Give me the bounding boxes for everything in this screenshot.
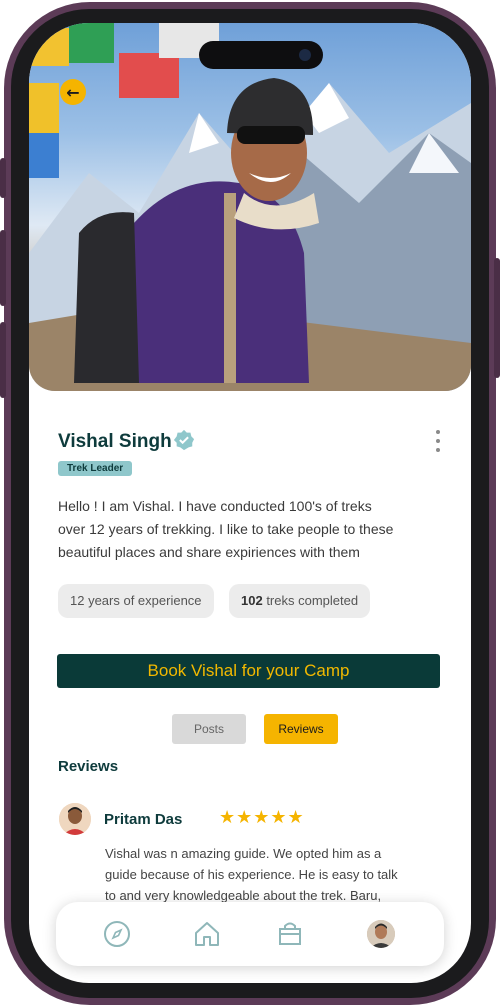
bag-icon: [279, 922, 301, 945]
volume-up-button: [0, 230, 6, 306]
more-options-icon[interactable]: [430, 430, 446, 452]
volume-down-button: [0, 322, 6, 398]
bottom-navigation: [56, 902, 444, 966]
profile-avatar: [367, 920, 395, 948]
arrow-left-icon: ←: [66, 82, 80, 102]
rating-stars: ★★★★★: [219, 807, 305, 828]
verified-badge-icon: [173, 429, 195, 451]
treks-count: 102: [241, 593, 263, 608]
profile-name: Vishal Singh: [58, 431, 172, 452]
hero-photo: ←: [29, 23, 471, 391]
tab-posts[interactable]: Posts: [172, 714, 246, 744]
home-icon: [195, 922, 219, 946]
experience-text: 12 years of experience: [70, 593, 202, 608]
tab-reviews[interactable]: Reviews: [264, 714, 338, 744]
nav-home[interactable]: [192, 919, 222, 949]
experience-chip: 12 years of experience: [58, 584, 214, 618]
camera-notch: [199, 41, 323, 69]
reviews-section-title: Reviews: [58, 758, 119, 775]
side-button: [0, 158, 6, 198]
role-badge: Trek Leader: [58, 461, 133, 476]
nav-explore[interactable]: [102, 919, 132, 949]
nav-bag[interactable]: [275, 919, 305, 949]
treks-label: treks completed: [262, 593, 359, 608]
power-button: [494, 258, 500, 378]
book-guide-button[interactable]: Book Vishal for your Camp: [57, 654, 440, 688]
back-button[interactable]: ←: [60, 79, 86, 105]
reviewer-name: Pritam Das: [104, 811, 183, 828]
reviewer-avatar: [59, 803, 91, 835]
profile-bio: Hello ! I am Vishal. I have conducted 10…: [58, 498, 394, 560]
treks-chip: 102 treks completed: [229, 584, 371, 618]
nav-profile[interactable]: [366, 919, 396, 949]
compass-icon: [104, 921, 130, 947]
